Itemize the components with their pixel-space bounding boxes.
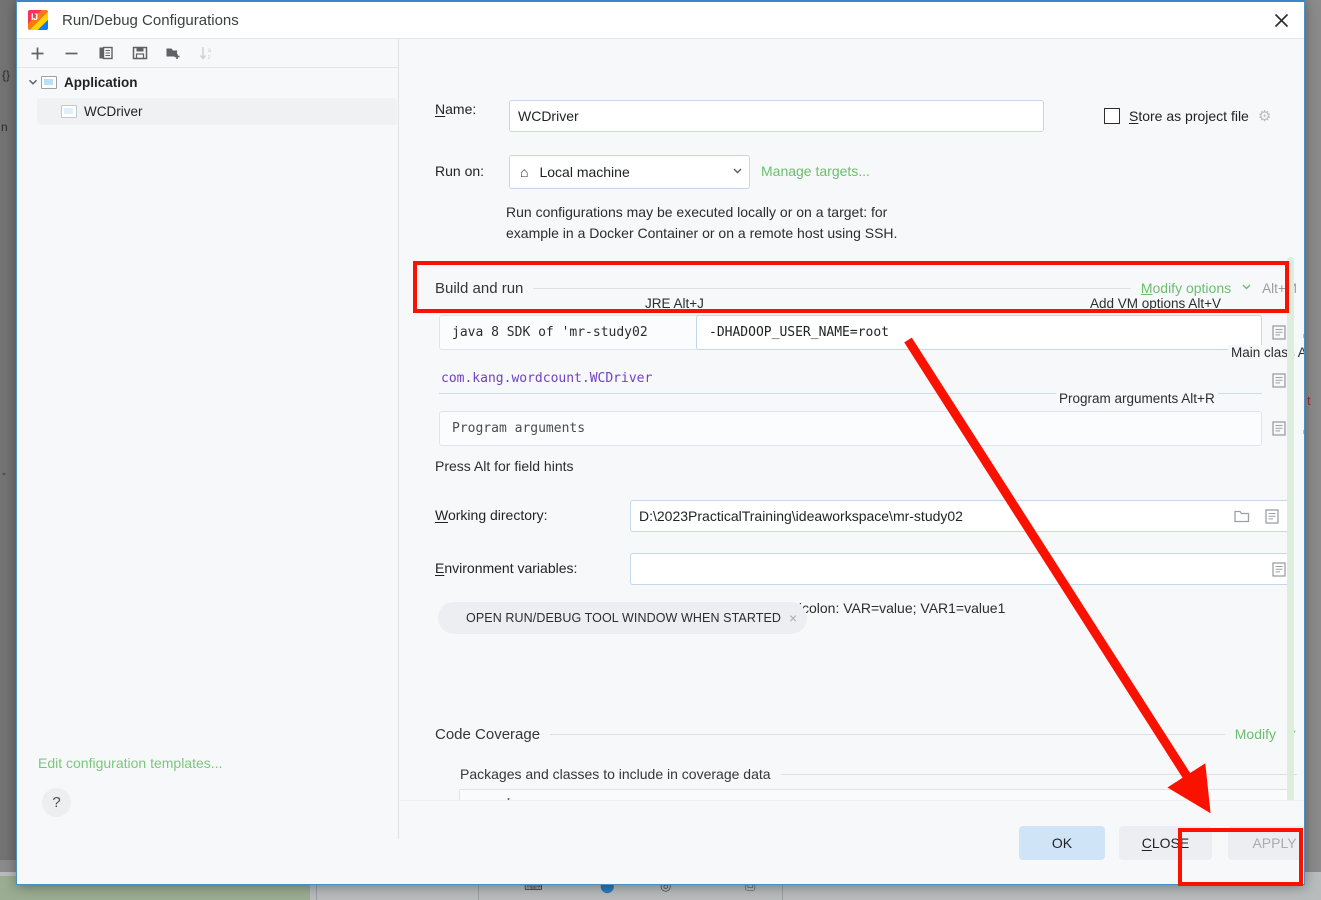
- main-class-input[interactable]: com.kang.wordcount.WCDriver: [441, 371, 652, 386]
- home-icon: ⌂: [520, 164, 529, 180]
- close-icon[interactable]: ×: [789, 610, 797, 626]
- code-coverage-label: Code Coverage: [435, 725, 541, 743]
- run-on-row: Run on:: [435, 163, 484, 179]
- expand-icon[interactable]: [1301, 324, 1304, 340]
- sort-az-icon[interactable]: a z: [195, 42, 220, 65]
- code-coverage-section-header: Code Coverage Modify: [435, 725, 1297, 743]
- background-text-fragment-3: -: [2, 466, 6, 480]
- save-configuration-button[interactable]: [127, 42, 152, 65]
- run-on-value: Local machine: [539, 164, 630, 180]
- remove-configuration-button[interactable]: [59, 42, 84, 65]
- program-arguments-input[interactable]: Program arguments: [439, 411, 1262, 446]
- program-arguments-placeholder: Program arguments: [452, 421, 586, 436]
- working-directory-label: Working directory:: [435, 507, 548, 523]
- name-label: Name:: [435, 101, 477, 117]
- build-and-run-label: Build and run: [435, 279, 524, 297]
- jre-select[interactable]: java 8 SDK of 'mr-study02: [439, 315, 733, 350]
- dialog-title: Run/Debug Configurations: [62, 11, 239, 29]
- macro-icon[interactable]: [1271, 420, 1287, 436]
- chevron-down-icon: [732, 163, 743, 181]
- vertical-scrollbar[interactable]: [1287, 257, 1294, 839]
- packages-label: Packages and classes to include in cover…: [460, 766, 771, 782]
- svg-text:a: a: [208, 47, 212, 54]
- section-divider: [533, 287, 1131, 289]
- press-alt-hint: Press Alt for field hints: [435, 458, 574, 474]
- help-button[interactable]: ?: [42, 788, 71, 817]
- target-hint-line-1: Run configurations may be executed local…: [506, 204, 888, 220]
- run-on-label: Run on:: [435, 163, 485, 179]
- background-stray-glyph: t: [1307, 393, 1311, 408]
- gear-icon[interactable]: ⚙: [1258, 107, 1271, 125]
- section-divider: [780, 773, 1297, 775]
- chip-label: OPEN RUN/DEBUG TOOL WINDOW WHEN STARTED: [466, 611, 782, 625]
- macro-icon[interactable]: [1264, 508, 1280, 524]
- manage-targets-link[interactable]: Manage targets...: [761, 163, 870, 179]
- name-row: Name:: [435, 101, 476, 117]
- folder-icon[interactable]: [1234, 508, 1250, 524]
- section-divider: [550, 733, 1225, 735]
- run-debug-configurations-dialog: Run/Debug Configurations: [16, 0, 1305, 885]
- store-as-project-file-row: Store as project file ⚙: [1104, 107, 1271, 125]
- application-icon: [41, 75, 57, 89]
- svg-text:z: z: [208, 54, 211, 61]
- jre-value: java 8 SDK of 'mr-study02: [452, 325, 648, 340]
- dialog-footer: OK C LOSE APPLY: [400, 800, 1304, 884]
- edit-configuration-templates-link[interactable]: Edit configuration templates...: [38, 755, 222, 771]
- modify-options-link[interactable]: Modify options: [1141, 280, 1231, 296]
- tree-group-label: Application: [64, 74, 138, 90]
- intellij-idea-icon: [28, 10, 48, 30]
- name-input[interactable]: WCDriver: [509, 100, 1044, 132]
- copy-configuration-button[interactable]: [93, 42, 118, 65]
- open-run-debug-tool-window-chip[interactable]: OPEN RUN/DEBUG TOOL WINDOW WHEN STARTED …: [438, 602, 808, 634]
- jre-hint-label: JRE Alt+J: [642, 296, 707, 311]
- store-as-project-file-checkbox[interactable]: [1104, 108, 1120, 124]
- tree-item-label: WCDriver: [84, 104, 143, 119]
- packages-section-header: Packages and classes to include in cover…: [460, 766, 1297, 782]
- working-directory-input[interactable]: D:\2023PracticalTraining\ideaworkspace\m…: [630, 500, 1290, 532]
- working-directory-value: D:\2023PracticalTraining\ideaworkspace\m…: [639, 508, 963, 524]
- vm-options-value: -DHADOOP_USER_NAME=root: [709, 325, 890, 340]
- configurations-tree-panel: a z Application WCDriver Edit configurat…: [17, 39, 399, 839]
- program-arguments-hint-label: Program arguments Alt+R: [1056, 391, 1218, 406]
- macro-icon[interactable]: [1271, 372, 1287, 388]
- sidebar-item-wcdriver[interactable]: WCDriver: [37, 98, 397, 125]
- code-coverage-modify-link[interactable]: Modify: [1235, 726, 1276, 742]
- macro-icon[interactable]: [1271, 324, 1287, 340]
- close-button[interactable]: C LOSE: [1119, 826, 1212, 860]
- dialog-titlebar: Run/Debug Configurations: [17, 2, 1304, 39]
- build-and-run-section-header: Build and run Modify options Alt+M: [435, 279, 1297, 297]
- chevron-down-icon: [25, 77, 41, 87]
- background-text-fragment-2: n: [1, 120, 8, 134]
- jre-field-underline: [439, 309, 639, 310]
- vm-options-hint-label: Add VM options Alt+V: [1087, 296, 1224, 311]
- working-directory-actions: [1234, 508, 1280, 524]
- environment-variables-label: Environment variables:: [435, 560, 578, 576]
- application-icon: [61, 105, 77, 118]
- run-on-select[interactable]: ⌂ Local machine: [509, 155, 750, 189]
- new-folder-icon[interactable]: [161, 42, 186, 65]
- close-icon[interactable]: [1258, 2, 1304, 38]
- main-class-value: com.kang.wordcount.WCDriver: [441, 371, 653, 386]
- apply-button[interactable]: APPLY: [1228, 826, 1304, 860]
- configurations-toolbar: a z: [17, 39, 398, 68]
- background-text-fragment: {}: [2, 68, 11, 82]
- add-configuration-button[interactable]: [25, 42, 50, 65]
- configuration-editor-panel: Name: WCDriver Store as project file ⚙ R…: [399, 39, 1304, 839]
- vm-options-input[interactable]: -DHADOOP_USER_NAME=root: [696, 315, 1262, 350]
- target-hint-line-2: example in a Docker Container or on a re…: [506, 225, 898, 241]
- tree-group-application[interactable]: Application: [17, 68, 398, 96]
- expand-icon[interactable]: [1301, 420, 1304, 436]
- store-as-project-file-label: Store as project file: [1129, 108, 1249, 124]
- environment-variables-input[interactable]: [630, 553, 1290, 585]
- macro-icon[interactable]: [1271, 561, 1287, 577]
- ok-button[interactable]: OK: [1019, 826, 1105, 860]
- chevron-down-icon: [1241, 279, 1252, 297]
